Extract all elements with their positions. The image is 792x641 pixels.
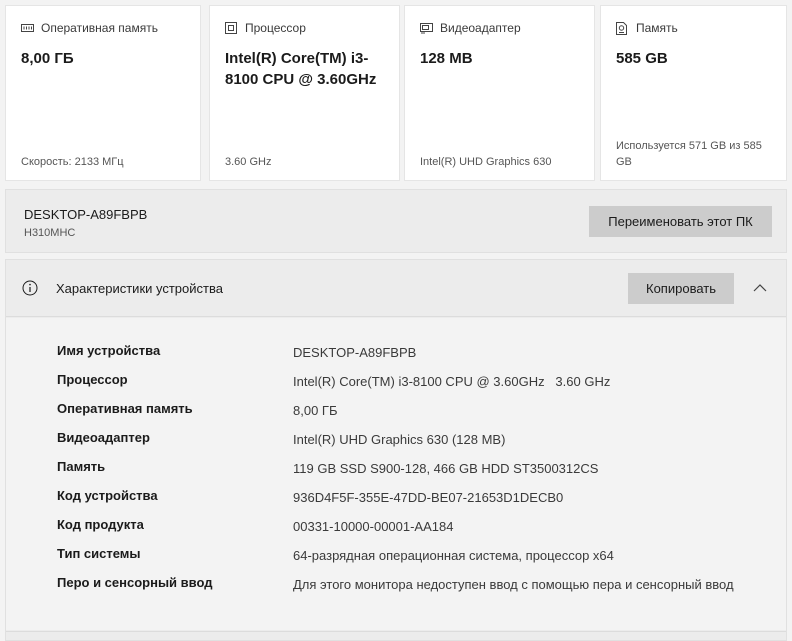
- card-ram: Оперативная память 8,00 ГБ Скорость: 213…: [5, 5, 201, 181]
- card-cpu: Процессор Intel(R) Core(TM) i3-8100 CPU …: [209, 5, 400, 181]
- card-footer: Используется 571 GB из 585 GB: [616, 140, 762, 168]
- card-label: Процессор: [245, 21, 306, 35]
- device-specs-list: Имя устройства DESKTOP-A89FBPB Процессор…: [6, 318, 786, 630]
- card-header: Память: [616, 21, 678, 35]
- card-header: Оперативная память: [21, 21, 158, 35]
- card-gpu: Видеоадаптер 128 MB Intel(R) UHD Graphic…: [404, 5, 595, 181]
- summary-cards: Оперативная память 8,00 ГБ Скорость: 213…: [5, 5, 787, 182]
- spec-label: Код устройства: [57, 488, 158, 503]
- device-specs-title: Характеристики устройства: [56, 281, 223, 296]
- chevron-up-icon[interactable]: [752, 280, 768, 296]
- system-about-page: Оперативная память 8,00 ГБ Скорость: 213…: [0, 0, 792, 641]
- spec-value: 8,00 ГБ: [293, 403, 338, 418]
- card-footer: Intel(R) UHD Graphics 630: [420, 156, 552, 168]
- device-name-panel: DESKTOP-A89FBPB H310MHC Переименовать эт…: [5, 189, 787, 253]
- info-icon: [22, 280, 38, 296]
- spec-label: Память: [57, 459, 106, 474]
- rename-pc-button[interactable]: Переименовать этот ПК: [589, 206, 772, 237]
- card-label: Оперативная память: [41, 21, 158, 35]
- card-value: 585 GB: [616, 50, 668, 67]
- gpu-icon: [420, 22, 433, 34]
- device-name: DESKTOP-A89FBPB: [24, 207, 148, 222]
- spec-value: Для этого монитора недоступен ввод с пом…: [293, 577, 734, 592]
- spec-label: Видеоадаптер: [57, 430, 150, 445]
- spec-label: Перо и сенсорный ввод: [57, 575, 213, 590]
- spec-label: Процессор: [57, 372, 128, 387]
- card-label: Память: [636, 21, 678, 35]
- cpu-icon: [225, 22, 237, 34]
- spec-label: Оперативная память: [57, 401, 193, 416]
- device-model: H310MHC: [24, 227, 76, 239]
- spec-value: Intel(R) Core(TM) i3-8100 CPU @ 3.60GHz …: [293, 374, 611, 389]
- storage-icon: [616, 22, 628, 35]
- card-footer: Скорость: 2133 МГц: [21, 156, 124, 168]
- card-storage: Память 585 GB Используется 571 GB из 585…: [600, 5, 787, 181]
- spec-value: Intel(R) UHD Graphics 630 (128 MB): [293, 432, 506, 447]
- card-footer: 3.60 GHz: [225, 156, 272, 168]
- spec-value: DESKTOP-A89FBPB: [293, 345, 417, 360]
- spec-label: Имя устройства: [57, 343, 161, 358]
- section-divider: [6, 631, 786, 632]
- spec-value: 00331-10000-00001-AA184: [293, 519, 454, 534]
- spec-value: 64-разрядная операционная система, проце…: [293, 548, 614, 563]
- spec-label: Код продукта: [57, 517, 144, 532]
- card-value: 8,00 ГБ: [21, 50, 74, 67]
- spec-value: 936D4F5F-355E-47DD-BE07-21653D1DECB0: [293, 490, 564, 505]
- card-header: Процессор: [225, 21, 306, 35]
- spec-label: Тип системы: [57, 546, 141, 561]
- card-value: Intel(R) Core(TM) i3-8100 CPU @ 3.60GHz: [225, 50, 377, 88]
- copy-button[interactable]: Копировать: [628, 273, 734, 304]
- spec-value: 119 GB SSD S900-128, 466 GB HDD ST350031…: [293, 461, 599, 476]
- device-specs-panel: Характеристики устройства Копировать Имя…: [5, 259, 787, 641]
- ram-icon: [21, 22, 34, 34]
- card-value: 128 MB: [420, 50, 473, 67]
- device-specs-header[interactable]: Характеристики устройства Копировать: [6, 260, 786, 317]
- card-header: Видеоадаптер: [420, 21, 521, 35]
- card-label: Видеоадаптер: [440, 21, 521, 35]
